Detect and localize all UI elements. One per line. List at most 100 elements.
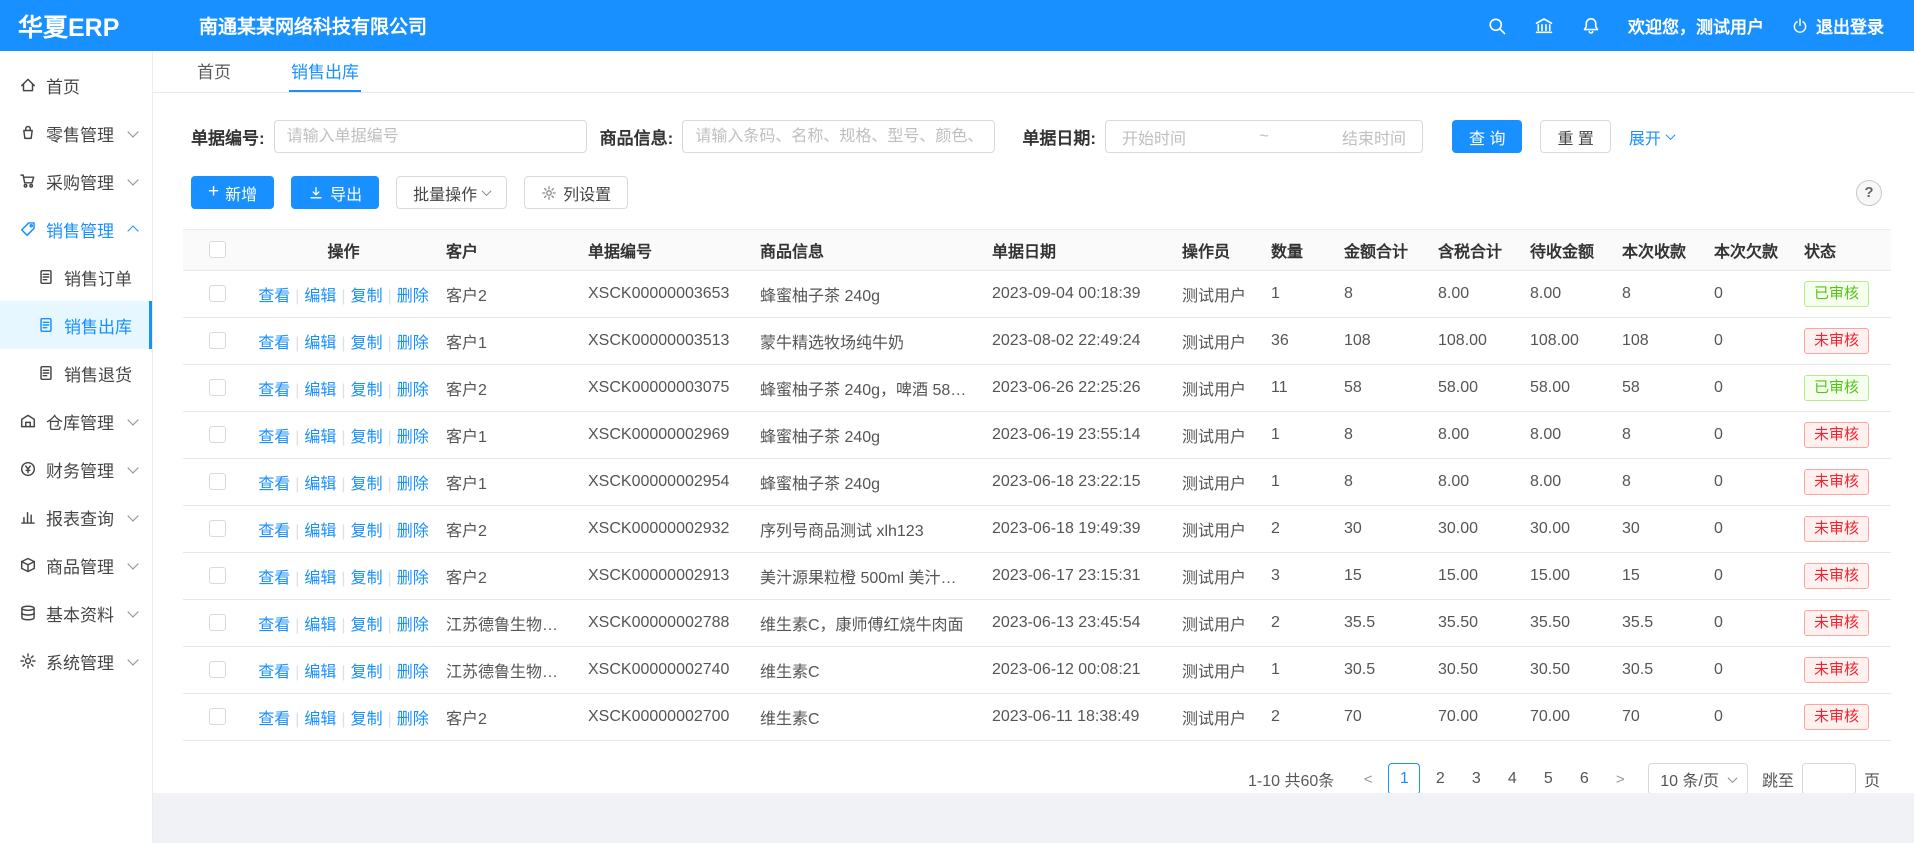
edit-link[interactable]: 编辑 — [304, 288, 336, 305]
export-button[interactable]: 导出 — [291, 176, 379, 209]
edit-link[interactable]: 编辑 — [304, 429, 336, 446]
row-checkbox[interactable] — [209, 285, 226, 302]
add-button[interactable]: + 新增 — [191, 176, 274, 209]
sidebar-item-sales-outbound[interactable]: 销售出库 — [0, 301, 152, 349]
edit-link[interactable]: 编辑 — [304, 711, 336, 728]
edit-link[interactable]: 编辑 — [304, 664, 336, 681]
sidebar-item-system[interactable]: 系统管理 — [0, 637, 152, 685]
edit-link[interactable]: 编辑 — [304, 523, 336, 540]
sidebar-item-warehouse[interactable]: 仓库管理 — [0, 397, 152, 445]
row-checkbox[interactable] — [209, 426, 226, 443]
delete-link[interactable]: 删除 — [397, 523, 429, 540]
sidebar-item-home[interactable]: 首页 — [0, 61, 152, 109]
row-checkbox[interactable] — [209, 379, 226, 396]
view-link[interactable]: 查看 — [258, 382, 290, 399]
sidebar-item-report[interactable]: 报表查询 — [0, 493, 152, 541]
logout-button[interactable]: 退出登录 — [1791, 13, 1884, 38]
edit-link[interactable]: 编辑 — [304, 382, 336, 399]
page-button-5[interactable]: 5 — [1532, 763, 1564, 793]
prev-page-button[interactable]: < — [1352, 763, 1384, 793]
date-start-input[interactable]: 开始时间 — [1122, 125, 1186, 149]
row-checkbox[interactable] — [209, 520, 226, 537]
delete-link[interactable]: 删除 — [397, 711, 429, 728]
row-checkbox[interactable] — [209, 661, 226, 678]
sidebar-item-retail[interactable]: 零售管理 — [0, 109, 152, 157]
sidebar-item-sales-order[interactable]: 销售订单 — [0, 253, 152, 301]
date-end-input[interactable]: 结束时间 — [1342, 125, 1406, 149]
delete-link[interactable]: 删除 — [397, 476, 429, 493]
date-range-picker[interactable]: 开始时间 ~ 结束时间 — [1105, 120, 1423, 153]
view-link[interactable]: 查看 — [258, 429, 290, 446]
view-link[interactable]: 查看 — [258, 288, 290, 305]
delete-link[interactable]: 删除 — [397, 288, 429, 305]
download-icon — [308, 185, 324, 201]
copy-link[interactable]: 复制 — [351, 523, 383, 540]
expand-link[interactable]: 展开 — [1629, 125, 1674, 149]
select-all-checkbox[interactable] — [209, 241, 226, 258]
delete-link[interactable]: 删除 — [397, 382, 429, 399]
page-button-6[interactable]: 6 — [1568, 763, 1600, 793]
doc-no-input[interactable] — [274, 120, 587, 153]
divider: | — [295, 711, 299, 728]
copy-link[interactable]: 复制 — [351, 476, 383, 493]
sidebar-item-basic[interactable]: 基本资料 — [0, 589, 152, 637]
bank-icon[interactable] — [1534, 16, 1554, 36]
sidebar-item-sales-return[interactable]: 销售退货 — [0, 349, 152, 397]
delete-link[interactable]: 删除 — [397, 664, 429, 681]
page-button-1[interactable]: 1 — [1388, 763, 1420, 793]
copy-link[interactable]: 复制 — [351, 429, 383, 446]
edit-link[interactable]: 编辑 — [304, 476, 336, 493]
delete-link[interactable]: 删除 — [397, 570, 429, 587]
copy-link[interactable]: 复制 — [351, 288, 383, 305]
view-link[interactable]: 查看 — [258, 523, 290, 540]
page-button-2[interactable]: 2 — [1424, 763, 1456, 793]
row-checkbox[interactable] — [209, 332, 226, 349]
view-link[interactable]: 查看 — [258, 664, 290, 681]
jump-suffix: 页 — [1864, 767, 1880, 791]
view-link[interactable]: 查看 — [258, 711, 290, 728]
page-button-3[interactable]: 3 — [1460, 763, 1492, 793]
copy-link[interactable]: 复制 — [351, 664, 383, 681]
sidebar-item-purchase[interactable]: 采购管理 — [0, 157, 152, 205]
reset-button[interactable]: 重 置 — [1540, 120, 1610, 153]
search-icon[interactable] — [1487, 16, 1507, 36]
help-icon[interactable]: ? — [1856, 180, 1882, 206]
page-button-4[interactable]: 4 — [1496, 763, 1528, 793]
view-link[interactable]: 查看 — [258, 335, 290, 352]
copy-link[interactable]: 复制 — [351, 382, 383, 399]
pending-amount-cell: 30.50 — [1520, 647, 1612, 694]
copy-link[interactable]: 复制 — [351, 617, 383, 634]
row-checkbox[interactable] — [209, 708, 226, 725]
column-settings-button[interactable]: 列设置 — [524, 176, 628, 209]
copy-link[interactable]: 复制 — [351, 335, 383, 352]
copy-link[interactable]: 复制 — [351, 711, 383, 728]
tab-sales-outbound[interactable]: 销售出库 — [289, 51, 361, 92]
divider: | — [341, 711, 345, 728]
page-size-select[interactable]: 10 条/页 — [1648, 763, 1748, 793]
sidebar-item-sales[interactable]: 销售管理 — [0, 205, 152, 253]
sidebar-item-goods[interactable]: 商品管理 — [0, 541, 152, 589]
edit-link[interactable]: 编辑 — [304, 617, 336, 634]
edit-link[interactable]: 编辑 — [304, 335, 336, 352]
row-checkbox[interactable] — [209, 567, 226, 584]
delete-link[interactable]: 删除 — [397, 617, 429, 634]
delete-link[interactable]: 删除 — [397, 429, 429, 446]
batch-operations-button[interactable]: 批量操作 — [396, 176, 507, 209]
product-info-input[interactable] — [682, 120, 995, 153]
edit-link[interactable]: 编辑 — [304, 570, 336, 587]
delete-link[interactable]: 删除 — [397, 335, 429, 352]
tab-home[interactable]: 首页 — [195, 51, 233, 92]
view-link[interactable]: 查看 — [258, 617, 290, 634]
operator-cell: 测试用户 — [1172, 365, 1261, 412]
copy-link[interactable]: 复制 — [351, 570, 383, 587]
view-link[interactable]: 查看 — [258, 570, 290, 587]
jump-input[interactable] — [1802, 763, 1856, 793]
bell-icon[interactable] — [1581, 16, 1601, 36]
search-button[interactable]: 查 询 — [1452, 120, 1522, 153]
view-link[interactable]: 查看 — [258, 476, 290, 493]
sidebar-item-finance[interactable]: 财务管理 — [0, 445, 152, 493]
next-page-button[interactable]: > — [1604, 763, 1636, 793]
welcome-user[interactable]: 欢迎您，测试用户 — [1628, 13, 1764, 38]
row-checkbox[interactable] — [209, 614, 226, 631]
row-checkbox[interactable] — [209, 473, 226, 490]
